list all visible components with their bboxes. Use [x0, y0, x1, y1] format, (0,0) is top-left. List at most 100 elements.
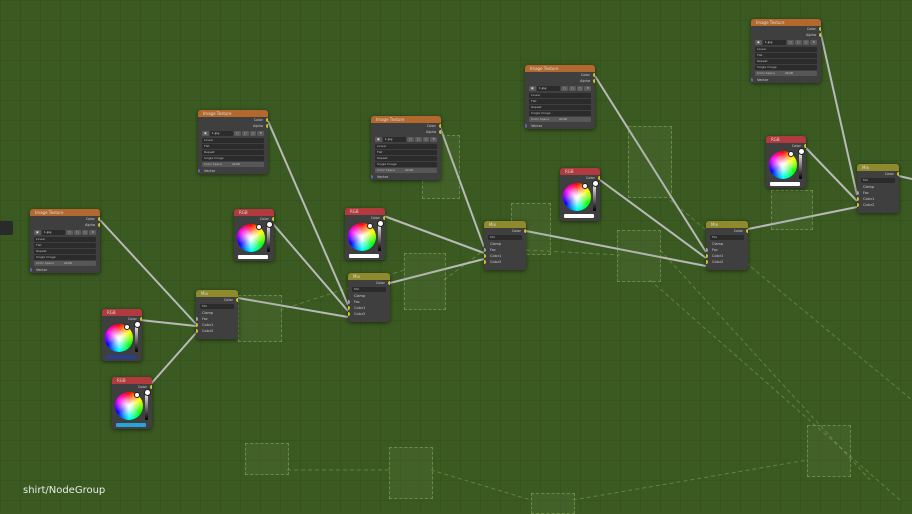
- mix-node[interactable]: Mix Color Mix Clamp Fac Color1 Color2: [196, 290, 238, 339]
- node-header[interactable]: RGB: [102, 309, 142, 316]
- input-socket[interactable]: [371, 175, 373, 179]
- output-socket[interactable]: [236, 298, 238, 302]
- input-socket[interactable]: [348, 312, 350, 316]
- node-header[interactable]: Image Texture: [525, 65, 595, 72]
- node-header[interactable]: Mix: [857, 164, 899, 171]
- image-action-button[interactable]: ▢: [414, 137, 422, 142]
- color-wheel-cursor[interactable]: [788, 151, 794, 157]
- output-socket[interactable]: [804, 144, 806, 148]
- value-slider-handle[interactable]: [798, 148, 805, 155]
- node-header[interactable]: Mix: [706, 221, 748, 228]
- image-action-button[interactable]: ▢: [786, 40, 794, 45]
- rgb-node[interactable]: RGB Color: [234, 209, 274, 261]
- field-extension[interactable]: Repeat: [202, 150, 264, 155]
- node-link[interactable]: [149, 332, 197, 386]
- color-wheel-cursor[interactable]: [256, 224, 262, 230]
- rgb-node[interactable]: RGB Color: [560, 168, 600, 221]
- field-color-space[interactable]: Color Space sRGB: [375, 168, 437, 173]
- color-swatch[interactable]: [238, 255, 268, 259]
- mix-node[interactable]: Mix Color Mix Clamp Fac Color1 Color2: [348, 273, 390, 322]
- value-slider[interactable]: [799, 151, 802, 179]
- image-texture-node[interactable]: Image Texture Color Alpha ▣ 1.jpg ▢ ▢ ▢ ✕ Linear F…: [751, 19, 821, 83]
- image-name-field[interactable]: 1.jpg: [382, 137, 406, 142]
- input-socket[interactable]: [706, 254, 708, 258]
- image-texture-node[interactable]: Image Texture Color Alpha ▣ 1.jpg ▢ ▢ ▢ ✕ Linear F…: [30, 209, 100, 273]
- rgb-node[interactable]: RGB Color: [112, 377, 152, 429]
- image-texture-node[interactable]: Image Texture Color Alpha ▣ 1.jpg ▢ ▢ ▢ ✕ Linear F…: [198, 110, 268, 174]
- output-socket[interactable]: [524, 229, 526, 233]
- value-slider-handle[interactable]: [377, 220, 384, 227]
- field-source[interactable]: Single Image: [755, 65, 817, 70]
- blend-mode-select[interactable]: Mix: [861, 178, 895, 183]
- image-name-field[interactable]: 1.jpg: [41, 230, 65, 235]
- image-selector[interactable]: ▣ 1.jpg ▢ ▢ ▢ ✕: [529, 86, 591, 91]
- blend-mode-select[interactable]: Mix: [488, 235, 522, 240]
- input-socket[interactable]: [857, 203, 859, 207]
- field-extension[interactable]: Repeat: [529, 105, 591, 110]
- output-socket[interactable]: [388, 281, 390, 285]
- node-editor-canvas[interactable]: Image Texture Color Alpha ▣ 1.jpg ▢ ▢ ▢ ✕ Linear F…: [0, 0, 912, 514]
- mix-node[interactable]: Mix Color Mix Clamp Fac Color1 Color2: [706, 221, 748, 270]
- output-socket[interactable]: [98, 223, 100, 227]
- node-header[interactable]: RGB: [345, 208, 385, 215]
- value-slider-handle[interactable]: [134, 321, 141, 328]
- field-color-space[interactable]: Color Space sRGB: [202, 162, 264, 167]
- image-action-button[interactable]: ✕: [430, 137, 437, 142]
- image-action-button[interactable]: ▢: [73, 230, 81, 235]
- node-link[interactable]: [805, 147, 858, 202]
- sidebar-toggle[interactable]: [0, 221, 13, 235]
- node-header[interactable]: RGB: [560, 168, 600, 175]
- field-extension[interactable]: Repeat: [34, 249, 96, 254]
- blend-mode-select[interactable]: Mix: [352, 287, 386, 292]
- field-projection[interactable]: Flat: [755, 53, 817, 58]
- input-socket[interactable]: [196, 317, 198, 321]
- input-socket[interactable]: [198, 169, 200, 173]
- image-selector[interactable]: ▣ 1.jpg ▢ ▢ ▢ ✕: [202, 131, 264, 136]
- input-socket[interactable]: [348, 306, 350, 310]
- image-action-button[interactable]: ▢: [249, 131, 257, 136]
- color-swatch[interactable]: [349, 254, 379, 258]
- image-action-button[interactable]: ▢: [241, 131, 249, 136]
- image-browse-button[interactable]: ▣: [202, 131, 209, 136]
- image-action-button[interactable]: ▢: [802, 40, 810, 45]
- field-extension[interactable]: Repeat: [755, 59, 817, 64]
- field-extension[interactable]: Repeat: [375, 156, 437, 161]
- input-socket[interactable]: [30, 268, 32, 272]
- node-link[interactable]: [898, 175, 912, 180]
- input-socket[interactable]: [706, 248, 708, 252]
- value-slider-handle[interactable]: [592, 180, 599, 187]
- mix-node[interactable]: Mix Color Mix Clamp Fac Color1 Color2: [857, 164, 899, 213]
- output-socket[interactable]: [598, 176, 600, 180]
- node-link[interactable]: [267, 120, 349, 306]
- mix-node[interactable]: Mix Color Mix Clamp Fac Color1 Color2: [484, 221, 526, 270]
- image-action-button[interactable]: ▢: [422, 137, 430, 142]
- color-wheel-cursor[interactable]: [367, 223, 373, 229]
- input-socket[interactable]: [525, 124, 527, 128]
- image-name-field[interactable]: 1.jpg: [536, 86, 560, 91]
- output-socket[interactable]: [98, 217, 100, 221]
- output-socket[interactable]: [439, 130, 441, 134]
- output-socket[interactable]: [819, 33, 821, 37]
- field-color-space[interactable]: Color Space sRGB: [529, 117, 591, 122]
- field-projection[interactable]: Flat: [202, 144, 264, 149]
- input-socket[interactable]: [484, 248, 486, 252]
- output-socket[interactable]: [897, 172, 899, 176]
- node-header[interactable]: Image Texture: [198, 110, 268, 117]
- image-action-button[interactable]: ▢: [81, 230, 89, 235]
- input-socket[interactable]: [196, 323, 198, 327]
- node-header[interactable]: Mix: [196, 290, 238, 297]
- output-socket[interactable]: [593, 73, 595, 77]
- value-slider-handle[interactable]: [266, 221, 273, 228]
- image-browse-button[interactable]: ▣: [755, 40, 762, 45]
- input-socket[interactable]: [857, 191, 859, 195]
- field-projection[interactable]: Flat: [375, 150, 437, 155]
- input-socket[interactable]: [196, 329, 198, 333]
- field-projection[interactable]: Flat: [34, 243, 96, 248]
- value-slider[interactable]: [593, 183, 596, 211]
- value-slider[interactable]: [135, 324, 138, 352]
- output-socket[interactable]: [266, 124, 268, 128]
- image-selector[interactable]: ▣ 1.jpg ▢ ▢ ▢ ✕: [375, 137, 437, 142]
- output-socket[interactable]: [593, 79, 595, 83]
- image-name-field[interactable]: 1.jpg: [762, 40, 786, 45]
- image-action-button[interactable]: ✕: [257, 131, 264, 136]
